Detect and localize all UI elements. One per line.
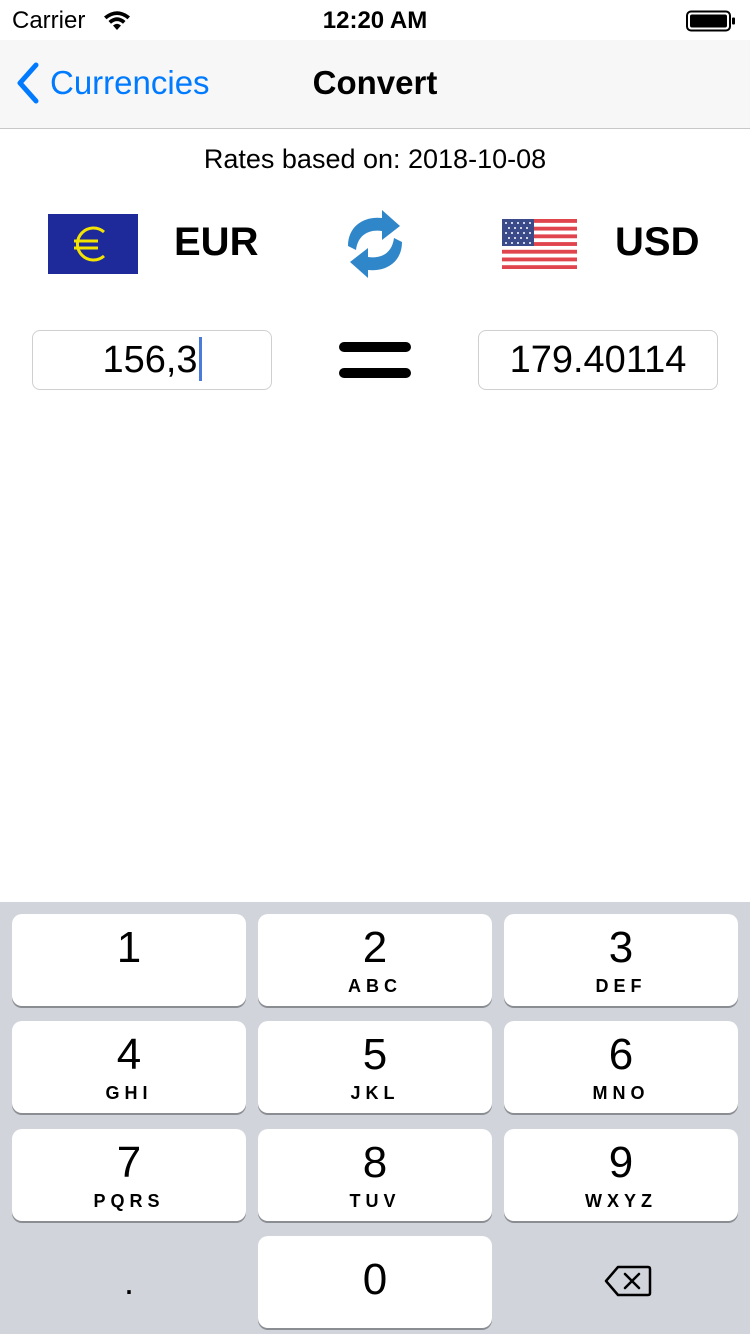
- key-digit: 5: [362, 1030, 388, 1079]
- key-digit: 8: [362, 1138, 388, 1187]
- key-letters: JKL: [350, 1083, 400, 1103]
- decimal-key[interactable]: .: [12, 1236, 246, 1328]
- key-7[interactable]: 7 PQRS: [12, 1129, 246, 1221]
- navigation-bar: Currencies Convert: [0, 40, 750, 129]
- key-letters: DEF: [595, 976, 647, 996]
- key-5[interactable]: 5 JKL: [258, 1021, 492, 1113]
- rates-date-label: Rates based on: 2018-10-08: [203, 144, 547, 174]
- key-letters: TUV: [349, 1191, 401, 1211]
- key-letters: MNO: [592, 1083, 650, 1103]
- key-digit: 7: [116, 1138, 142, 1187]
- key-4[interactable]: 4 GHI: [12, 1021, 246, 1113]
- equals-icon: [339, 340, 411, 380]
- page-title: Convert: [312, 64, 438, 101]
- numeric-keypad: 1 2 ABC 3 DEF 4 GHI 5 JKL 6 MNO 7 PQRS 8…: [0, 902, 750, 1334]
- key-digit: 0: [362, 1255, 388, 1304]
- us-flag-icon[interactable]: [502, 219, 577, 269]
- key-digit: 1: [116, 923, 142, 972]
- text-caret: [198, 336, 202, 381]
- to-amount-field[interactable]: 179.40114: [478, 330, 718, 390]
- key-6[interactable]: 6 MNO: [504, 1021, 738, 1113]
- key-letters: PQRS: [93, 1191, 165, 1211]
- key-letters: GHI: [105, 1083, 153, 1103]
- key-3[interactable]: 3 DEF: [504, 914, 738, 1006]
- to-amount-value: 179.40114: [509, 339, 687, 381]
- status-bar: Carrier 12:20 AM: [0, 0, 750, 40]
- key-digit: 6: [608, 1030, 634, 1079]
- key-digit: 2: [362, 923, 388, 972]
- key-2[interactable]: 2 ABC: [258, 914, 492, 1006]
- from-currency-code[interactable]: EUR: [174, 220, 258, 265]
- key-letters: WXYZ: [585, 1191, 657, 1211]
- from-amount-value: 156,3: [102, 339, 198, 381]
- eu-flag-icon[interactable]: [48, 214, 138, 274]
- key-9[interactable]: 9 WXYZ: [504, 1129, 738, 1221]
- delete-key[interactable]: [504, 1236, 738, 1328]
- key-digit: 9: [608, 1138, 634, 1187]
- swap-arrows-icon[interactable]: [338, 206, 412, 282]
- key-digit: 4: [116, 1030, 142, 1079]
- battery-icon: [686, 10, 735, 32]
- key-letters: ABC: [348, 976, 402, 996]
- to-currency-code[interactable]: USD: [615, 220, 699, 265]
- clock: 12:20 AM: [322, 7, 428, 34]
- key-8[interactable]: 8 TUV: [258, 1129, 492, 1221]
- key-1[interactable]: 1: [12, 914, 246, 1006]
- from-amount-input[interactable]: 156,3: [32, 330, 272, 390]
- backspace-icon: [604, 1265, 652, 1297]
- key-digit: 3: [608, 923, 634, 972]
- key-0[interactable]: 0: [258, 1236, 492, 1328]
